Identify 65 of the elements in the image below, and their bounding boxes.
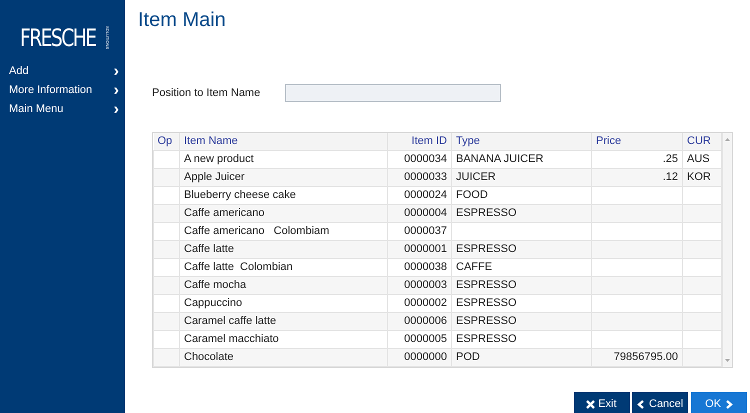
table-cell: FOOD: [452, 186, 592, 204]
table-cell: Caffe americano Colombiam: [180, 222, 388, 240]
chevron-right-icon: [724, 400, 733, 409]
table-cell: 0000034: [388, 150, 452, 168]
table-cell: ESPRESSO: [452, 240, 592, 258]
table-cell: Apple Juicer: [180, 168, 388, 186]
close-icon: [586, 400, 596, 409]
table-cell: .25: [592, 150, 682, 168]
table-cell: BANANA JUICER: [452, 150, 592, 168]
column-header: Type: [452, 133, 592, 150]
sidebar-item[interactable]: Add ›: [0, 62, 125, 81]
table-cell: 0000037: [388, 222, 452, 240]
table-cell: Caffe latte Colombian: [180, 258, 388, 276]
column-header: Item ID: [388, 133, 452, 150]
table-cell: 0000038: [388, 258, 452, 276]
field-label: Position to Item Name: [152, 86, 262, 101]
back-button[interactable]: Cancel: [632, 392, 688, 413]
table-cell: 0000003: [388, 276, 452, 294]
input-field[interactable]: [285, 84, 501, 102]
page-title: Item Main: [138, 8, 227, 32]
chevron-icon: ›: [114, 102, 119, 118]
next-button[interactable]: OK: [691, 392, 747, 413]
table-cell: CAFFE: [452, 258, 592, 276]
column-header: Item Name: [180, 133, 388, 150]
chevron-left-icon: [637, 400, 646, 409]
table-cell: 0000006: [388, 312, 452, 330]
table-cell: 0000002: [388, 294, 452, 312]
scroll-up-icon[interactable]: [725, 138, 730, 141]
table-cell: Caramel caffe latte: [180, 312, 388, 330]
table-cell: ESPRESSO: [452, 312, 592, 330]
exit-button[interactable]: Exit: [574, 392, 630, 413]
table-cell: Caramel macchiato: [180, 330, 388, 348]
table-cell: ESPRESSO: [452, 294, 592, 312]
table-cell: 0000024: [388, 186, 452, 204]
table-cell: 0000033: [388, 168, 452, 186]
table-cell: 79856795.00: [592, 348, 682, 366]
table-cell: KOR: [682, 168, 722, 186]
logo: FRESCHE: [20, 26, 96, 50]
chevron-icon: ›: [114, 82, 119, 98]
table-cell: 0000004: [388, 204, 452, 222]
column-header: Price: [592, 133, 682, 150]
table-cell: 0000001: [388, 240, 452, 258]
table-cell: A new product: [180, 150, 388, 168]
table-cell: ESPRESSO: [452, 330, 592, 348]
sidebar-item[interactable]: Main Menu ›: [0, 100, 125, 119]
table-cell: Cappuccino: [180, 294, 388, 312]
chevron-icon: ›: [114, 64, 119, 80]
table-cell: POD: [452, 348, 592, 366]
table-cell: Blueberry cheese cake: [180, 186, 388, 204]
table-cell: AUS: [682, 150, 722, 168]
table-cell: ESPRESSO: [452, 276, 592, 294]
table-cell: 0000000: [388, 348, 452, 366]
scrollbar[interactable]: [722, 133, 732, 366]
column-header: Op: [154, 133, 180, 150]
table-cell: Caffe mocha: [180, 276, 388, 294]
table-cell: Caffe americano: [180, 204, 388, 222]
table-cell: JUICER: [452, 168, 592, 186]
table-cell: Chocolate: [180, 348, 388, 366]
table-cell: Caffe latte: [180, 240, 388, 258]
table-cell: ESPRESSO: [452, 204, 592, 222]
sidebar-item[interactable]: More Information ›: [0, 81, 125, 100]
scroll-down-icon[interactable]: [725, 358, 730, 362]
table-cell: .12: [592, 168, 682, 186]
table-cell: 0000005: [388, 330, 452, 348]
column-header: CUR: [682, 133, 722, 150]
